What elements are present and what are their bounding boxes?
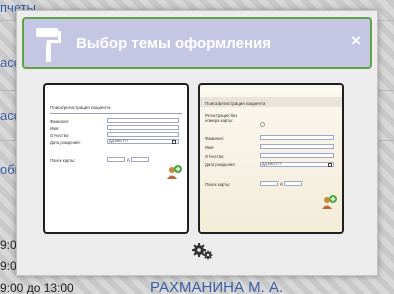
preview-title: Поиск/регистрация пациента <box>205 101 266 106</box>
preview-label: Имя: <box>205 145 215 150</box>
paint-roller-icon <box>36 28 61 62</box>
doctor-name[interactable]: РАХМАНИНА М. А. <box>150 279 283 294</box>
dialog-title: Выбор темы оформления <box>76 35 271 52</box>
gears-icon[interactable] <box>191 241 213 261</box>
preview-label: Поиск карты: <box>50 158 76 163</box>
preview-input <box>107 118 179 123</box>
theme-option-classic[interactable]: Поиск/регистрация пациента Фамилия: Имя:… <box>43 83 189 234</box>
schedule-time: 9:00 до 13:00 <box>0 281 74 294</box>
range-separator: д <box>280 181 283 186</box>
preview-label: Фамилия: <box>50 119 69 124</box>
range-separator: д <box>127 157 130 162</box>
close-button[interactable]: × <box>351 32 361 50</box>
preview-checkbox <box>260 122 265 127</box>
preview-label: Отчество: <box>50 133 70 138</box>
theme-preview: Поиск/регистрация пациента Регистрация б… <box>200 85 342 232</box>
preview-label: Фамилия: <box>205 136 224 141</box>
preview-input <box>107 157 125 162</box>
preview-date-input: ДД.ММ.ГГГГ <box>107 139 179 144</box>
calendar-icon <box>172 140 176 144</box>
preview-label: Отчество: <box>205 154 225 159</box>
theme-dialog: Выбор темы оформления × Поиск/регистраци… <box>16 10 378 276</box>
divider <box>50 113 182 114</box>
theme-preview: Поиск/регистрация пациента Фамилия: Имя:… <box>45 85 187 232</box>
preview-input <box>260 153 334 158</box>
add-patient-icon <box>322 195 337 209</box>
preview-input <box>107 132 179 137</box>
preview-label: Поиск карты: <box>205 182 231 187</box>
preview-input <box>260 144 334 149</box>
calendar-icon <box>328 163 332 167</box>
preview-input <box>260 181 278 186</box>
preview-input <box>284 181 302 186</box>
dialog-header: Выбор темы оформления × <box>22 17 372 69</box>
preview-date-input: ДД.ММ.ГГГГ <box>260 162 334 167</box>
preview-label: Дата рождения: <box>205 162 236 167</box>
add-patient-icon <box>167 165 182 179</box>
preview-label: номера карты: <box>205 118 234 123</box>
theme-option-beige[interactable]: Поиск/регистрация пациента Регистрация б… <box>198 83 344 234</box>
preview-label: Имя: <box>50 126 60 131</box>
preview-input <box>260 135 334 140</box>
preview-title: Поиск/регистрация пациента <box>50 105 111 110</box>
preview-label: Дата рождения: <box>50 140 81 145</box>
preview-input <box>107 125 179 130</box>
preview-input <box>131 157 149 162</box>
